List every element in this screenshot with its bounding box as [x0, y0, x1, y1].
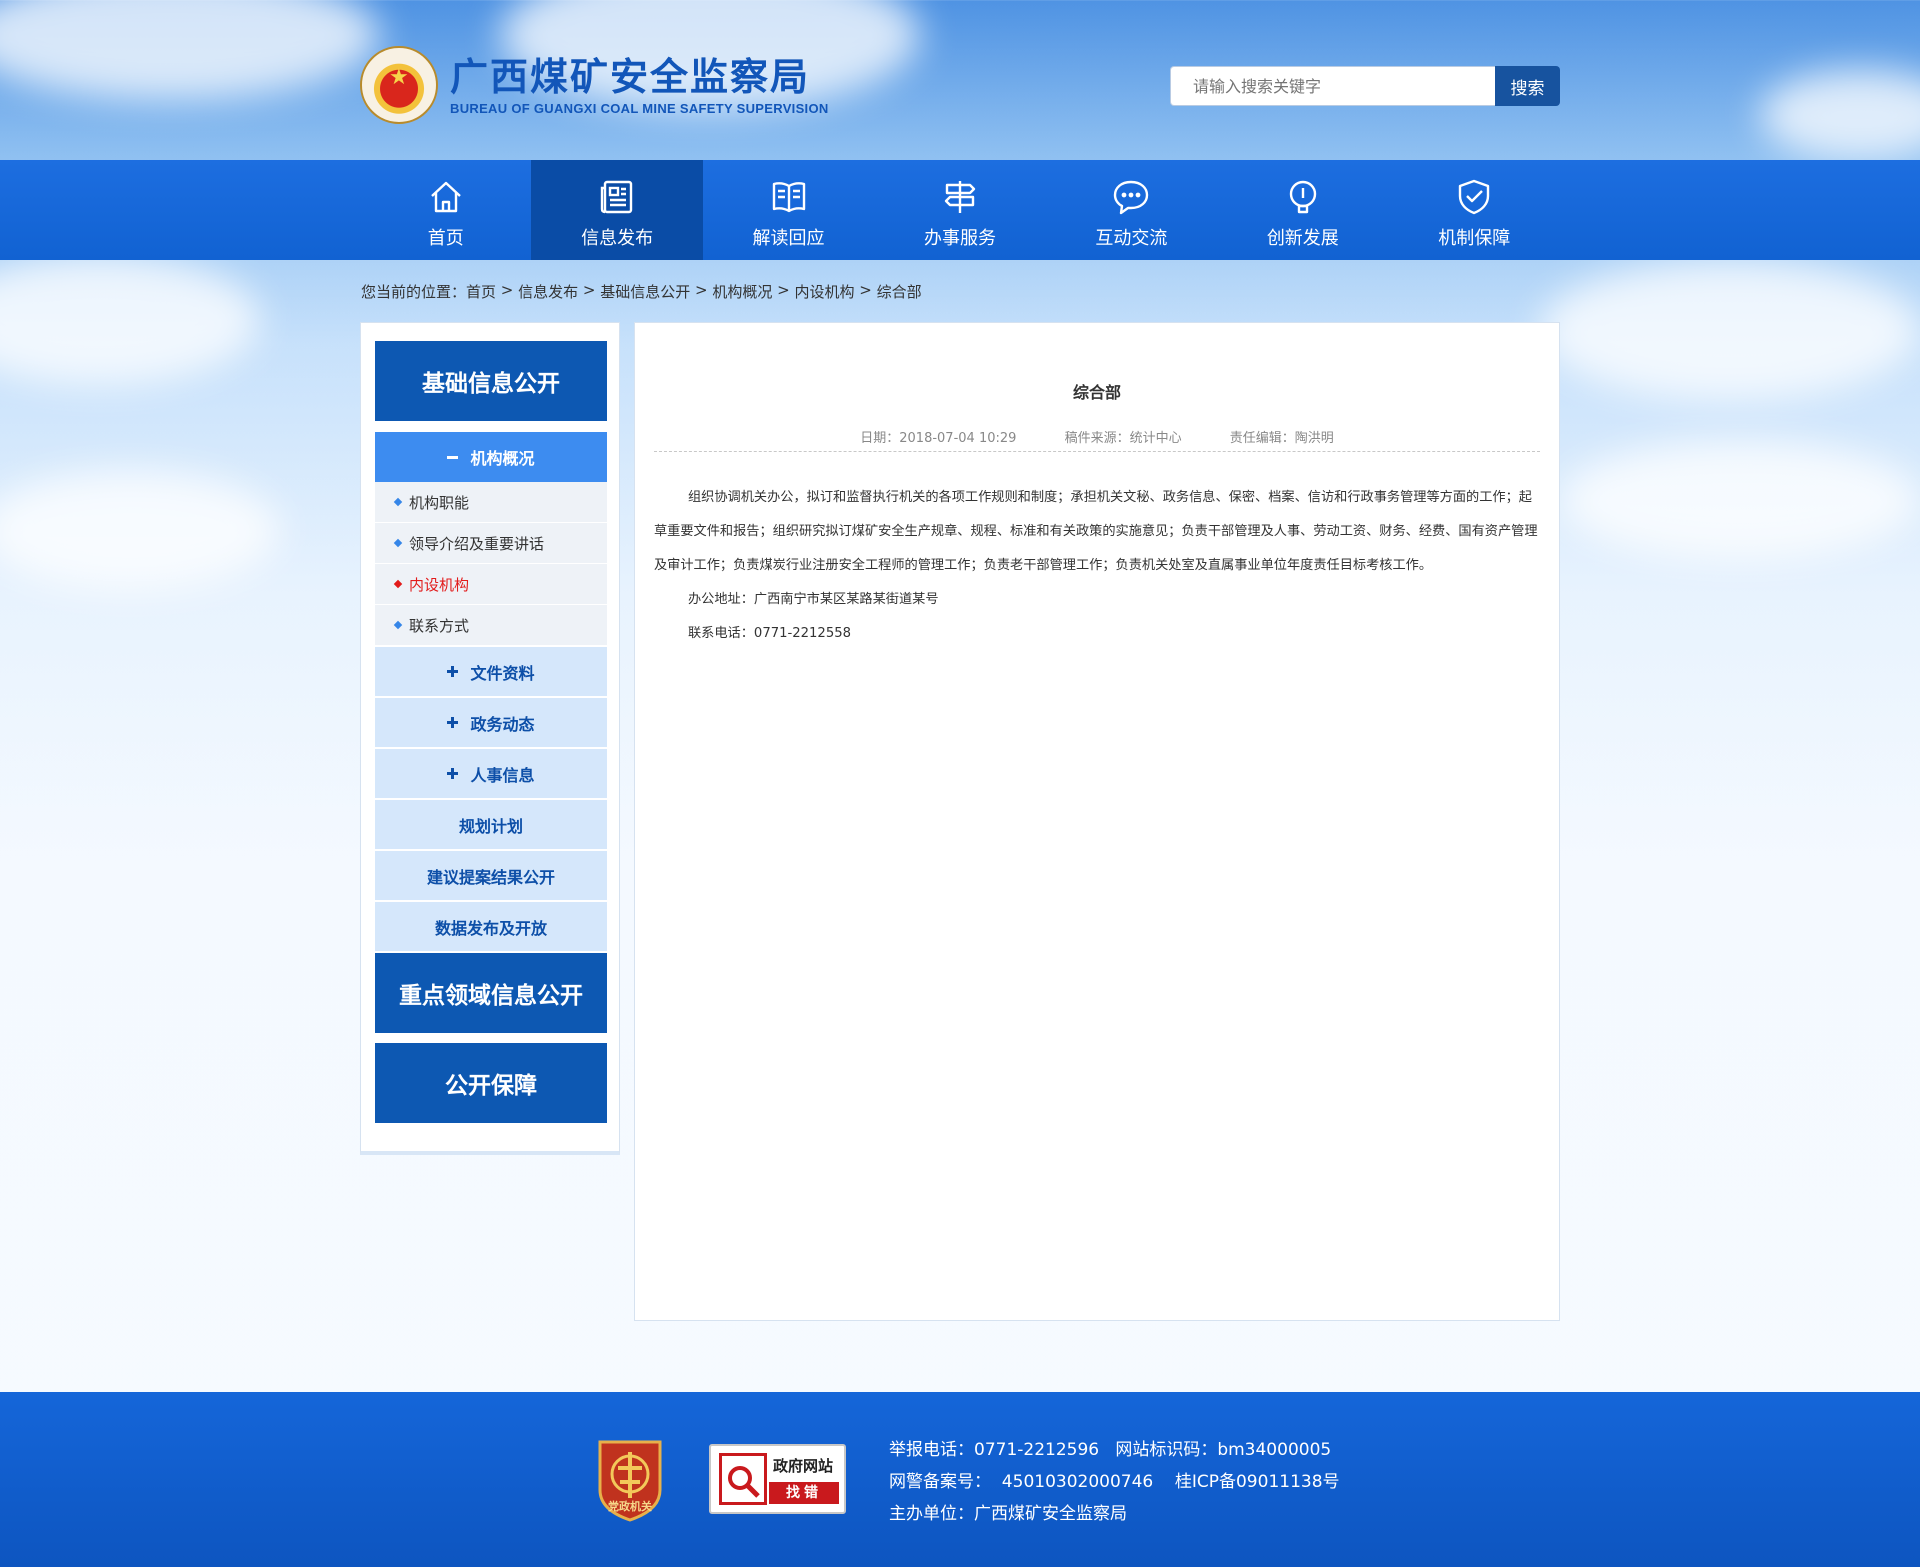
sidebar: 基础信息公开 机构概况 机构职能 领导介绍及重要讲话 内设机构 联系方式 文件资…	[360, 322, 620, 1155]
article-meta: 日期：2018-07-04 10:29 稿件来源：统计中心 责任编辑：陶洪明	[635, 427, 1559, 446]
magnifier-icon	[719, 1453, 767, 1505]
nav-item-home[interactable]: 首页	[360, 160, 531, 260]
article-paragraph: 组织协调机关办公，拟订和监督执行机关的各项工作规则和制度；承担机关文秘、政务信息…	[654, 490, 1538, 573]
sidebar-category-proposals[interactable]: 建议提案结果公开	[375, 851, 607, 901]
badge2-subtitle: 找错	[769, 1482, 839, 1504]
footer-sponsor: 主办单位：广西煤矿安全监察局	[889, 1504, 1127, 1524]
breadcrumb-separator: >	[854, 281, 877, 299]
site-header: ★ 广西煤矿安全监察局 BUREAU OF GUANGXI COAL MINE …	[0, 0, 1920, 160]
breadcrumb: 您当前的位置： 首页 > 信息发布 > 基础信息公开 > 机构概况 > 内设机构…	[361, 281, 922, 302]
diamond-bullet-icon	[393, 579, 403, 589]
breadcrumb-item-internal-orgs[interactable]: 内设机构	[795, 281, 855, 302]
plus-icon	[447, 768, 459, 779]
cloud-decoration	[0, 255, 260, 385]
plus-icon	[447, 666, 459, 677]
badge1-label: 党政机关	[608, 1499, 652, 1513]
divider	[654, 451, 1540, 452]
party-gov-badge-icon[interactable]: 党政机关	[594, 1438, 666, 1522]
sidebar-category-planning[interactable]: 规划计划	[375, 800, 607, 850]
breadcrumb-separator: >	[690, 281, 713, 299]
breadcrumb-item-org-overview[interactable]: 机构概况	[712, 281, 772, 302]
site-title-cn: 广西煤矿安全监察局	[450, 54, 811, 99]
cloud-decoration	[1540, 260, 1920, 400]
sidebar-section-guarantee[interactable]: 公开保障	[375, 1043, 607, 1123]
breadcrumb-prefix: 您当前的位置：	[361, 283, 467, 301]
article-panel: 综合部 日期：2018-07-04 10:29 稿件来源：统计中心 责任编辑：陶…	[634, 322, 1560, 1321]
sidebar-section-basic-info[interactable]: 基础信息公开	[375, 341, 607, 421]
breadcrumb-separator: >	[496, 281, 519, 299]
nav-item-innovation[interactable]: 创新发展	[1217, 160, 1388, 260]
breadcrumb-item-info-release[interactable]: 信息发布	[518, 281, 578, 302]
minus-icon	[447, 455, 459, 459]
footer-police-record[interactable]: 网警备案号： 45010302000746	[889, 1472, 1153, 1492]
nav-item-services[interactable]: 办事服务	[874, 160, 1045, 260]
footer-site-code: 网站标识码：bm34000005	[1115, 1440, 1332, 1460]
lightbulb-icon	[1289, 180, 1317, 214]
breadcrumb-item-current: 综合部	[876, 283, 922, 301]
shield-check-icon	[1459, 179, 1490, 215]
sidebar-category-data-release[interactable]: 数据发布及开放	[375, 902, 607, 952]
plus-icon	[447, 717, 459, 728]
cloud-decoration	[1560, 440, 1920, 560]
badge2-title: 政府网站	[772, 1457, 833, 1475]
search-input[interactable]	[1170, 66, 1495, 106]
article-title: 综合部	[1072, 383, 1121, 402]
national-emblem-icon: ★	[360, 46, 438, 124]
search-bar: 搜索	[1170, 66, 1560, 106]
sidebar-category-documents[interactable]: 文件资料	[375, 647, 607, 697]
site-title-en: BUREAU OF GUANGXI COAL MINE SAFETY SUPER…	[450, 100, 829, 116]
article-address: 办公地址：广西南宁市某区某路某街道某号	[688, 592, 939, 607]
home-icon	[430, 181, 461, 213]
book-icon	[772, 182, 805, 213]
breadcrumb-separator: >	[578, 281, 601, 299]
article-body: 组织协调机关办公，拟订和监督执行机关的各项工作规则和制度；承担机关文秘、政务信息…	[654, 481, 1544, 651]
sidebar-category-org-overview[interactable]: 机构概况	[375, 432, 607, 482]
breadcrumb-separator: >	[772, 281, 795, 299]
search-button[interactable]: 搜索	[1495, 66, 1560, 106]
nav-item-info-release[interactable]: 信息发布	[531, 160, 703, 260]
sidebar-category-personnel[interactable]: 人事信息	[375, 749, 607, 799]
article-phone: 联系电话：0771-2212558	[688, 626, 851, 641]
nav-item-interpretation[interactable]: 解读回应	[703, 160, 874, 260]
sidebar-section-key-areas[interactable]: 重点领域信息公开	[375, 953, 607, 1033]
nav-item-interaction[interactable]: 互动交流	[1046, 160, 1217, 260]
cloud-decoration	[0, 470, 280, 590]
sidebar-item-functions[interactable]: 机构职能	[375, 482, 607, 523]
nav-item-mechanism[interactable]: 机制保障	[1389, 160, 1560, 260]
site-footer: 党政机关 政府网站 找错 举报电话：0771-2212596 网站标识码：bm3…	[0, 1392, 1920, 1567]
sidebar-item-contact[interactable]: 联系方式	[375, 605, 607, 646]
newspaper-icon	[600, 180, 633, 214]
gov-site-error-report-badge[interactable]: 政府网站 找错	[709, 1444, 846, 1514]
sidebar-item-leaders[interactable]: 领导介绍及重要讲话	[375, 523, 607, 564]
breadcrumb-item-home[interactable]: 首页	[466, 281, 496, 302]
article-editor: 责任编辑：陶洪明	[1229, 431, 1334, 446]
diamond-bullet-icon	[393, 538, 403, 548]
site-logo[interactable]: ★ 广西煤矿安全监察局 BUREAU OF GUANGXI COAL MINE …	[360, 46, 829, 124]
breadcrumb-item-basic-info[interactable]: 基础信息公开	[600, 281, 690, 302]
article-date: 日期：2018-07-04 10:29	[860, 431, 1017, 446]
article-source: 稿件来源：统计中心	[1064, 431, 1182, 446]
footer-report-phone: 举报电话：0771-2212596	[889, 1440, 1100, 1460]
footer-icp[interactable]: 桂ICP备09011138号	[1175, 1472, 1340, 1492]
main-nav: 首页 信息发布 解读回应 办事服务 互动交流 创新发展 机制保障	[0, 160, 1920, 260]
diamond-bullet-icon	[393, 620, 403, 630]
sidebar-category-gov-news[interactable]: 政务动态	[375, 698, 607, 748]
diamond-bullet-icon	[393, 497, 403, 507]
signpost-icon	[944, 181, 976, 213]
sidebar-item-internal-orgs[interactable]: 内设机构	[375, 564, 607, 605]
chat-icon	[1114, 180, 1149, 215]
footer-info: 举报电话：0771-2212596 网站标识码：bm34000005 网警备案号…	[889, 1434, 1340, 1530]
